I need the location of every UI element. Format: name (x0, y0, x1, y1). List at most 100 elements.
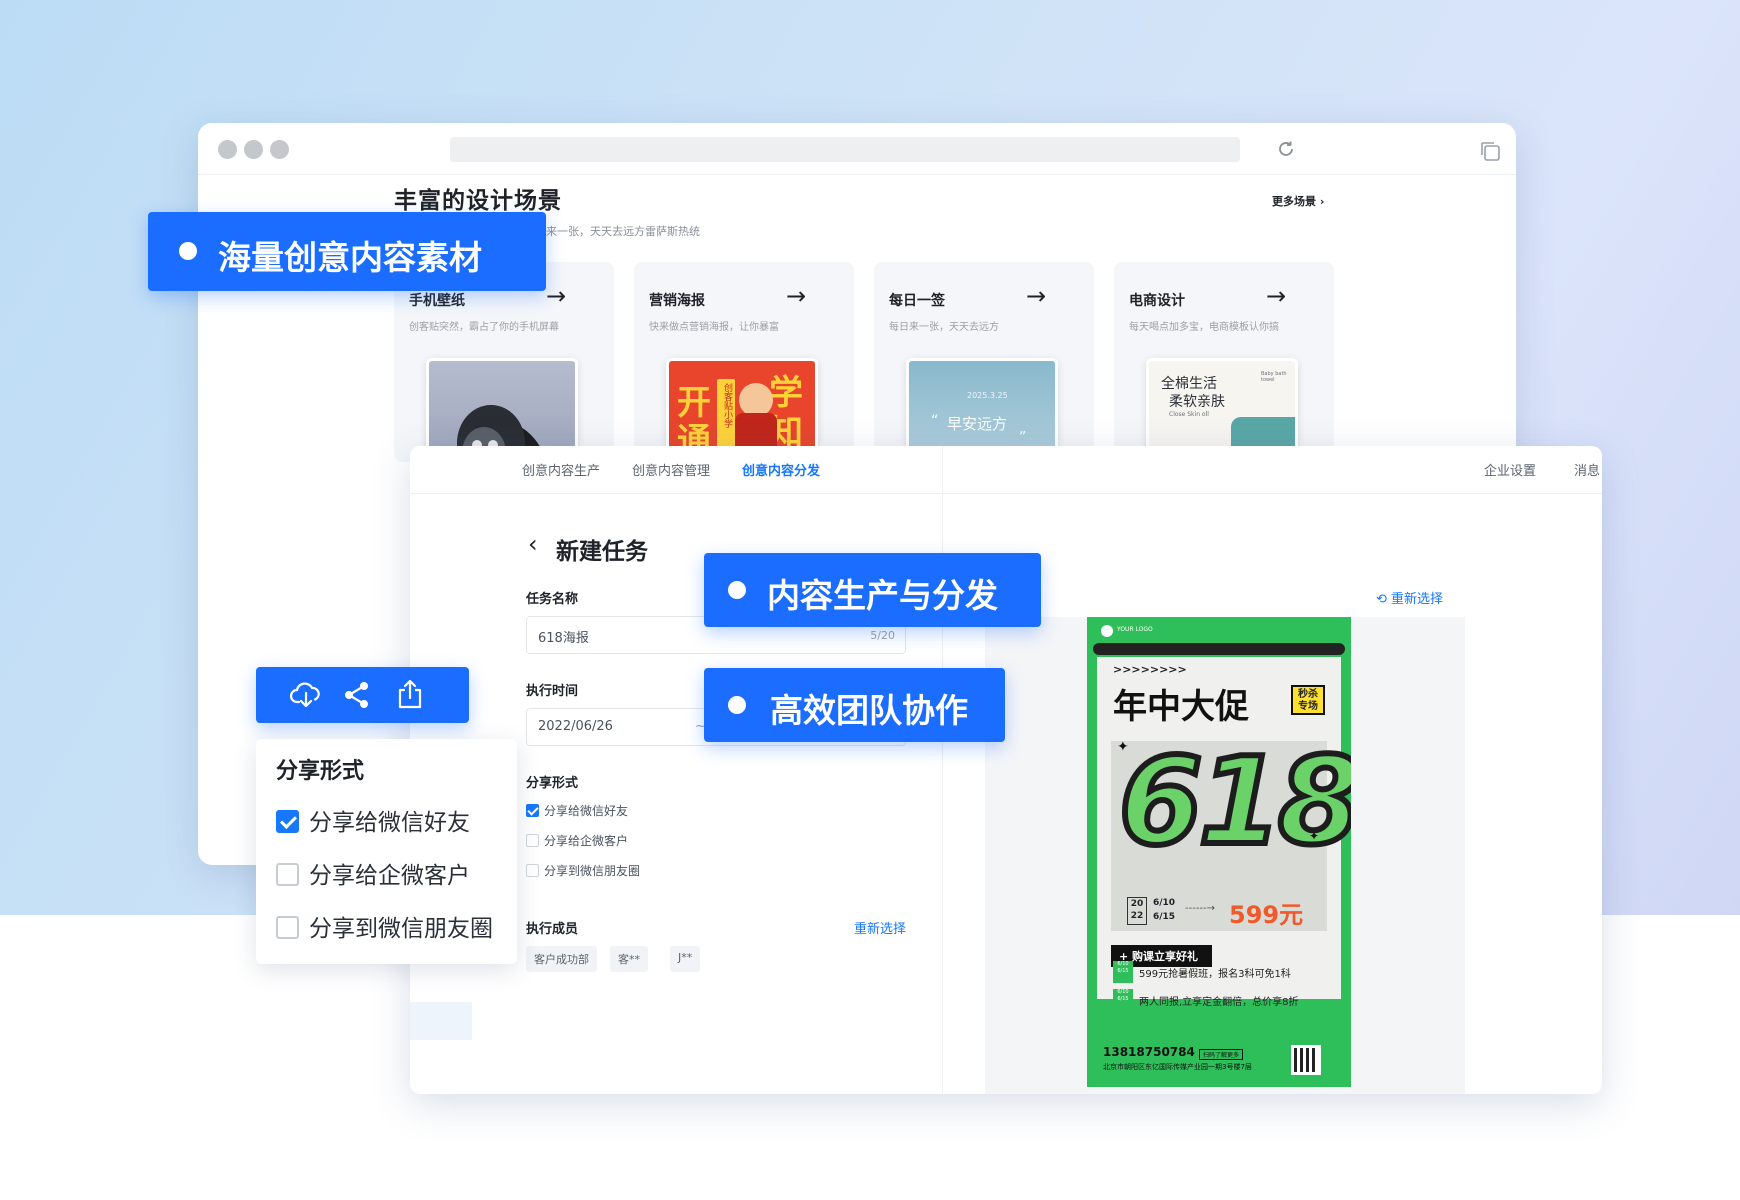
card-desc: 快来做点营销海报，让你暴富 (649, 322, 779, 333)
share-option-wecom-customer[interactable]: 分享给企微客户 (526, 832, 628, 849)
arrow-right-icon[interactable]: → (546, 282, 566, 310)
task-name-label: 任务名称 (526, 592, 579, 607)
sign-text: 早安远方 (947, 415, 1008, 433)
more-scenes-link[interactable]: 更多场景 › (1272, 193, 1324, 209)
member-tag[interactable]: J** (670, 946, 701, 972)
popup-option-moments[interactable]: 分享到微信朋友圈 (276, 909, 493, 943)
cartoon-child-image (739, 383, 773, 417)
chevron-right-icon: › (1319, 195, 1325, 208)
bullet-dot-icon (179, 242, 197, 260)
poster-address: 北京市朝阳区东亿国际传媒产业园一期3号楼7层 (1103, 1063, 1252, 1071)
checkbox-icon[interactable] (526, 864, 539, 877)
scene-card-marketing[interactable]: 营销海报 → 快来做点营销海报，让你暴富 开 学 通 知 创客贴小学 (634, 262, 854, 462)
year-top: 20 (1130, 899, 1144, 909)
scene-card-ecommerce[interactable]: 电商设计 → 每天喝点加多宝，电商模板认你搞 全棉生活 柔软亲肤 Close S… (1114, 262, 1334, 462)
checkbox-icon[interactable] (526, 834, 539, 847)
exec-time-label: 执行时间 (526, 684, 579, 699)
action-toolbar (256, 667, 469, 723)
quote-close-icon: „ (1019, 421, 1027, 437)
ecom-line2: 柔软亲肤 (1169, 394, 1225, 410)
qr-code-icon (1291, 1045, 1321, 1075)
nav-messages[interactable]: 消息 (1574, 460, 1600, 479)
scene-card-daily-sign[interactable]: 每日一签 → 每日来一张，天天去远方 2025.3.25 “ 早安远方 „ (874, 262, 1094, 462)
card-title: 每日一签 (889, 293, 945, 309)
option-label: 分享给企微客户 (544, 834, 629, 848)
nav-content-distribution[interactable]: 创意内容分发 (742, 460, 820, 479)
option-label: 分享到微信朋友圈 (544, 864, 641, 878)
section-title: 丰富的设计场景 (394, 188, 562, 214)
card-title: 电商设计 (1129, 293, 1185, 309)
copy-window-icon[interactable] (1478, 139, 1502, 163)
card-desc: 每天喝点加多宝，电商模板认你搞 (1129, 322, 1279, 333)
feature-badge-content: 海量创意内容素材 (148, 212, 546, 291)
badge-label: 高效团队协作 (770, 691, 968, 730)
back-arrow-icon[interactable]: ‹ (528, 530, 538, 558)
window-dot-icon[interactable] (270, 140, 289, 159)
scene-card-wallpaper[interactable]: 手机壁纸 → 创客贴突然，霸占了你的手机屏幕 (394, 262, 614, 462)
checkbox-checked-icon[interactable] (276, 810, 299, 833)
share-option-wechat-friend[interactable]: 分享给微信好友 (526, 802, 628, 819)
year-box: 20 22 (1127, 897, 1147, 925)
poster-paper: >>>>>>>> 年中大促 秒杀专场 618 ✦ ✦ 20 22 6/10 6/1… (1097, 657, 1351, 999)
checkbox-icon[interactable] (276, 916, 299, 939)
card-desc: 创客贴突然，霸占了你的手机屏幕 (409, 322, 559, 333)
card-title: 营销海报 (649, 293, 705, 309)
badge-label: 内容生产与分发 (767, 576, 998, 615)
member-tag[interactable]: 客** (610, 946, 648, 972)
feature-badge-distribution: 内容生产与分发 (704, 553, 1041, 627)
divider (942, 446, 943, 1094)
offer-line2: 两人同报,立享定金翻倍，总价享8折 (1139, 997, 1299, 1008)
arrow-row: >>>>>>>> (1113, 663, 1187, 676)
checkbox-checked-icon[interactable] (526, 804, 539, 817)
popup-title: 分享形式 (276, 759, 365, 784)
refresh-icon[interactable] (1276, 139, 1296, 159)
poster-preview[interactable]: YOUR LOGO >>>>>>>> 年中大促 秒杀专场 618 ✦ ✦ 20 2… (1087, 617, 1351, 1087)
exec-time-value: 2022/06/26 (538, 719, 613, 734)
year-bottom: 22 (1130, 911, 1144, 921)
download-cloud-icon[interactable] (290, 680, 322, 710)
poster-price: 599元 (1229, 901, 1304, 929)
badge-label: 海量创意内容素材 (218, 238, 482, 277)
section-subtitle: 日来一张，天天去远方雷萨斯热统 (535, 225, 700, 238)
option-label: 分享到微信朋友圈 (309, 916, 493, 942)
option-label: 分享给微信好友 (309, 810, 470, 836)
popup-option-wechat-friend[interactable]: 分享给微信好友 (276, 803, 470, 837)
members-label: 执行成员 (526, 922, 579, 937)
date-from: 6/10 (1153, 898, 1176, 908)
arrow-right-icon[interactable]: → (1266, 282, 1286, 310)
poster-phone: 13818750784 (1103, 1045, 1195, 1059)
member-tag[interactable]: 客户成功部 (526, 946, 597, 972)
share-option-moments[interactable]: 分享到微信朋友圈 (526, 862, 640, 879)
nav-enterprise-settings[interactable]: 企业设置 (1484, 460, 1536, 479)
share-icon[interactable] (342, 680, 372, 710)
nav-content-management[interactable]: 创意内容管理 (632, 460, 710, 479)
poster-vertical-text: 创客贴小学 (722, 383, 732, 428)
popup-option-wecom-customer[interactable]: 分享给企微客户 (276, 856, 470, 890)
arrow-right-icon[interactable]: → (786, 282, 806, 310)
nav-content-production[interactable]: 创意内容生产 (522, 460, 600, 479)
sign-date: 2025.3.25 (967, 391, 1008, 400)
address-bar[interactable] (450, 137, 1240, 162)
bullet-dot-icon (728, 581, 746, 599)
checkbox-icon[interactable] (276, 863, 299, 886)
poster-logo: YOUR LOGO (1117, 626, 1153, 633)
offer-line1: 599元抢暑假班，报名3科可免1科 (1139, 969, 1291, 980)
window-dot-icon[interactable] (244, 140, 263, 159)
page-title: 新建任务 (556, 539, 648, 565)
scan-hint: 扫码了解更多 (1199, 1049, 1244, 1060)
preview-reselect-link[interactable]: ⟲ 重新选择 (1376, 588, 1443, 607)
window-dot-icon[interactable] (218, 140, 237, 159)
refresh-small-icon: ⟲ (1376, 592, 1387, 607)
sparkle-icon: ✦ (1117, 739, 1129, 755)
option-label: 分享给企微客户 (309, 863, 470, 889)
ecom-line1: 全棉生活 (1161, 376, 1217, 392)
export-icon[interactable] (396, 678, 424, 710)
arrow-right-icon[interactable]: → (1026, 282, 1046, 310)
faint-highlight (410, 1002, 472, 1040)
scroll-rod (1093, 643, 1345, 655)
task-editor-panel: 创意内容生产 创意内容管理 创意内容分发 企业设置 消息 ‹ 新建任务 任务名称… (410, 446, 1602, 1094)
share-format-popup: 分享形式 分享给微信好友 分享给企微客户 分享到微信朋友圈 (256, 739, 517, 964)
preview-reselect-label: 重新选择 (1391, 592, 1444, 607)
bullet-dot-icon (728, 696, 746, 714)
members-reselect-link[interactable]: 重新选择 (854, 918, 906, 937)
